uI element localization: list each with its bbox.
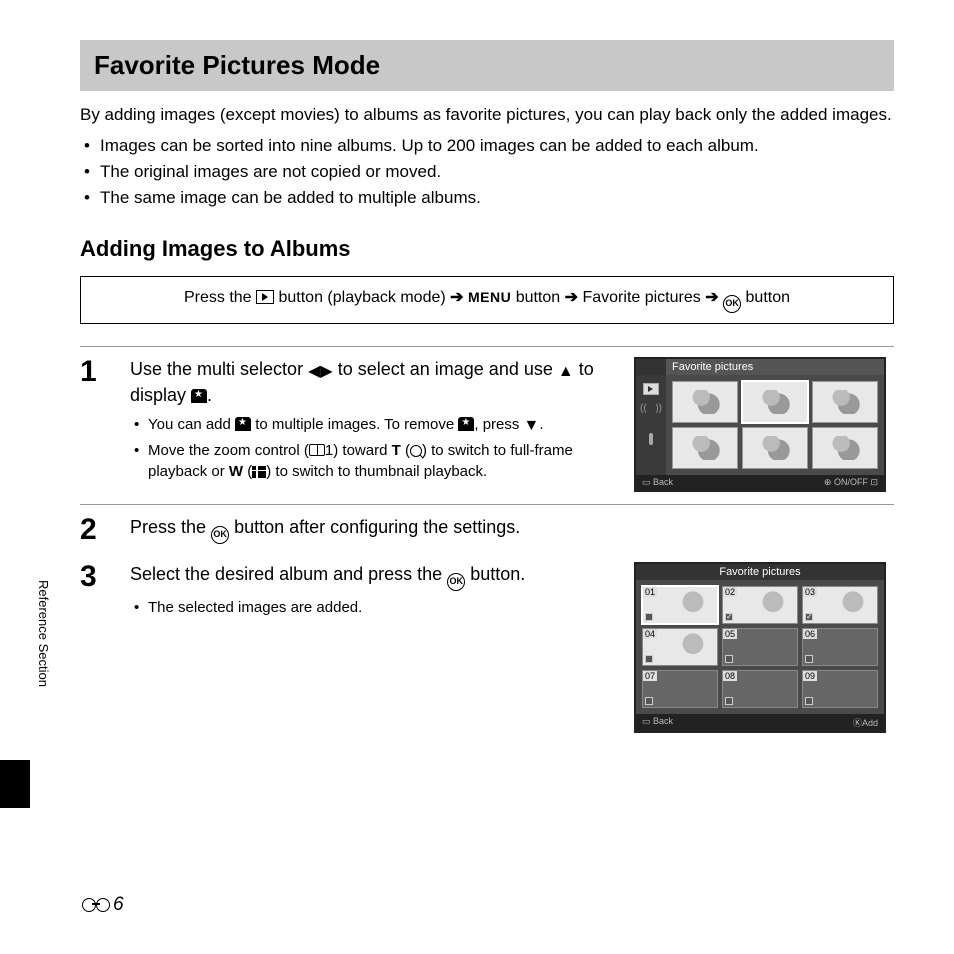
thumbnail [742,427,808,469]
step-1-figure: Favorite pictures ▭ Back ⊕ O [634,357,894,492]
ok-button-icon: OK [723,295,741,313]
camera-screen-albums: Favorite pictures 01 02 03 04 05 06 07 0… [634,562,886,733]
favorite-star-icon [235,417,251,431]
album-cell: 07 [642,670,718,708]
step-number: 1 [80,357,114,492]
screen-header: Favorite pictures [636,564,884,580]
navigation-path-box: Press the button (playback mode) ➔ MENU … [80,276,894,324]
bullet-item: The original images are not copied or mo… [100,159,894,185]
checkbox-icon [645,655,653,663]
setup-icon [643,433,659,447]
thumbnail-grid [666,375,884,475]
checkbox-icon [645,613,653,621]
checkbox-icon [805,655,813,663]
down-selector-icon: ▼ [524,417,540,434]
footer-onoff: ⊕ ON/OFF ⊡ [824,477,878,488]
album-cell: 02 [722,586,798,624]
nav-text: Press the [184,289,252,306]
checkbox-icon [725,613,733,621]
intro-bullets: Images can be sorted into nine albums. U… [80,133,894,212]
album-cell: 01 [642,586,718,624]
favorite-star-icon [191,389,207,403]
thumbnail-icon [252,466,266,478]
step-3: 3 Select the desired album and press the… [80,562,894,745]
step-2: 2 Press the OK button after configuring … [80,504,894,562]
favorite-star-icon [458,417,474,431]
album-cell: 08 [722,670,798,708]
ok-button-icon: OK [447,573,465,591]
playback-icon [256,290,274,304]
step-instruction: Select the desired album and press the O… [130,562,618,591]
album-cell: 05 [722,628,798,666]
checkbox-icon [805,613,813,621]
ok-button-icon: OK [211,526,229,544]
screen-sidebar [636,375,666,475]
checkbox-icon [805,697,813,705]
left-right-selector-icon: ◀▶ [308,363,333,380]
step-3-figure: Favorite pictures 01 02 03 04 05 06 07 0… [634,562,894,733]
page-edge-tab [0,760,30,808]
thumbnail-selected [742,381,808,423]
nav-text: Favorite pictures [582,289,700,306]
page-number: 6 [82,894,124,916]
manual-ref-icon [309,444,325,456]
step-instruction: Use the multi selector ◀▶ to select an i… [130,357,618,409]
playback-mode-icon [643,383,659,395]
side-tab-label: Reference Section [36,580,51,687]
album-cell: 06 [802,628,878,666]
footer-back: ▭ Back [642,477,673,488]
subsection-heading: Adding Images to Albums [80,236,894,262]
nav-text: button [746,289,790,306]
step-instruction: Press the OK button after configuring th… [130,515,894,544]
up-selector-icon: ▲ [558,363,574,380]
magnify-icon [410,445,422,457]
step-sub-bullet: You can add to multiple images. To remov… [148,414,618,437]
star-badge-icon [770,422,780,423]
arrow-icon: ➔ [450,289,468,306]
arrow-icon: ➔ [565,289,583,306]
bullet-item: The same image can be added to multiple … [100,185,894,211]
checkbox-icon [725,697,733,705]
reference-section-icon [82,898,110,912]
checkbox-icon [645,697,653,705]
nav-text: button [516,289,560,306]
bullet-item: Images can be sorted into nine albums. U… [100,133,894,159]
album-cell: 03 [802,586,878,624]
thumbnail [812,427,878,469]
footer-back: ▭ Back [642,716,673,729]
section-title-bar: Favorite Pictures Mode [80,40,894,91]
thumbnail [672,427,738,469]
step-sub-bullet: The selected images are added. [148,597,618,619]
step-sub-bullet: Move the zoom control (1) toward T () to… [148,440,618,484]
step-body: Use the multi selector ◀▶ to select an i… [130,357,618,492]
album-cell: 04 [642,628,718,666]
menu-label: MENU [468,289,511,305]
wireless-icon [643,407,659,421]
thumbnail [812,381,878,423]
arrow-icon: ➔ [705,289,723,306]
step-1: 1 Use the multi selector ◀▶ to select an… [80,346,894,504]
step-number: 3 [80,562,114,733]
album-grid: 01 02 03 04 05 06 07 08 09 [636,580,884,714]
checkbox-icon [725,655,733,663]
footer-add: ⓀAdd [853,716,878,729]
nav-text: button (playback mode) [278,289,445,306]
screen-header: Favorite pictures [666,359,884,375]
screen-footer: ▭ Back ⓀAdd [636,714,884,731]
step-number: 2 [80,515,114,550]
intro-paragraph: By adding images (except movies) to albu… [80,103,894,127]
thumbnail [672,381,738,423]
section-title: Favorite Pictures Mode [94,50,880,81]
screen-footer: ▭ Back ⊕ ON/OFF ⊡ [636,475,884,490]
album-cell: 09 [802,670,878,708]
camera-screen-thumbnails: Favorite pictures ▭ Back ⊕ O [634,357,886,492]
